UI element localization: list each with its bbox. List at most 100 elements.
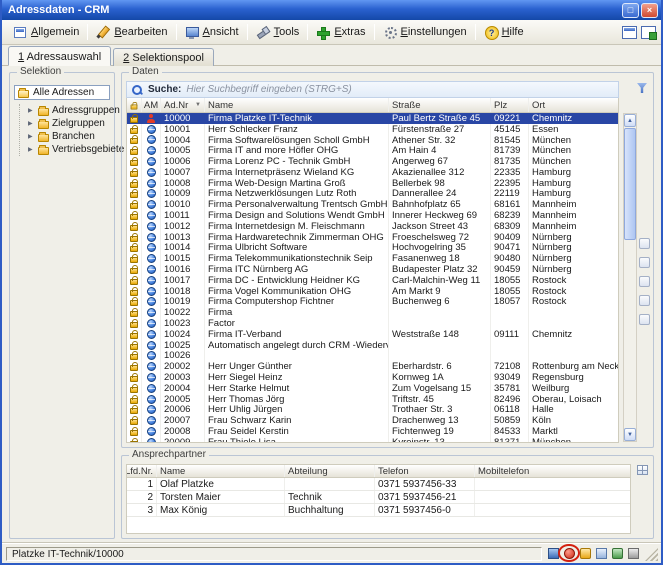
scroll-down-button[interactable]: ▼ <box>624 428 636 441</box>
address-row[interactable]: 10007Firma Internetpräsenz Wieland KGAka… <box>127 167 618 178</box>
window-list-icon[interactable] <box>622 26 637 39</box>
status-database-icon[interactable] <box>612 548 623 559</box>
side-tool-icon-5[interactable] <box>639 314 650 325</box>
cell-am <box>142 178 161 189</box>
address-row[interactable]: 20003Herr Siegel HeinzKornweg 1A93049Reg… <box>127 372 618 383</box>
vertical-scrollbar[interactable]: ▲ ▼ <box>623 113 637 442</box>
cell-ort: Mannheim <box>529 210 618 221</box>
address-table-header: AMAd.Nr▼NameStraßePlzOrt <box>126 98 619 113</box>
column-header-plz[interactable]: Plz <box>491 98 529 112</box>
tree-item-branchen[interactable]: ▶Branchen <box>28 130 110 143</box>
filter-icon[interactable] <box>637 83 647 93</box>
tree-root-alle-adressen[interactable]: Alle Adressen <box>14 85 110 100</box>
column-header-strasse[interactable]: Straße <box>389 98 491 112</box>
address-row[interactable]: 10009Firma Netzwerklösungen Lutz RothDan… <box>127 189 618 200</box>
expander-icon[interactable]: ▶ <box>28 146 35 153</box>
contact-header-telefon[interactable]: Telefon <box>375 465 475 477</box>
address-row[interactable]: 10019Firma Computershop FichtnerBuchenwe… <box>127 297 618 308</box>
cell-lfdnr: 2 <box>127 491 157 503</box>
status-user-icon[interactable] <box>580 548 591 559</box>
window-new-icon[interactable] <box>641 26 656 39</box>
expander-icon[interactable]: ▶ <box>28 120 35 127</box>
ansprechpartner-panel: Ansprechpartner Lfd.Nr.NameAbteilungTele… <box>121 455 654 539</box>
contact-header-lfdnr[interactable]: Lfd.Nr. <box>127 465 157 477</box>
address-row[interactable]: 10018Firma Vogel Kommunikation OHGAm Mar… <box>127 286 618 297</box>
cell-ort: Rostock <box>529 297 618 308</box>
status-connection-icon[interactable] <box>548 548 559 559</box>
contact-row[interactable]: 1Olaf Platzke0371 5937456-33 <box>127 478 630 491</box>
tab-adressauswahl[interactable]: 1 Adressauswahl <box>8 46 111 66</box>
address-row[interactable]: 10006Firma Lorenz PC - Technik GmbHAnger… <box>127 156 618 167</box>
address-row[interactable]: 10014Firma Ulbricht SoftwareHochvogelrin… <box>127 243 618 254</box>
address-row[interactable]: 10013Firma Hardwaretechnik Zimmerman OHG… <box>127 232 618 243</box>
address-row[interactable]: 10015Firma Telekommunikationstechnik Sei… <box>127 253 618 264</box>
address-row[interactable]: 20005Herr Thomas JörgTriftstr. 4582496Ob… <box>127 394 618 405</box>
address-row[interactable]: 20006Herr Uhlig JürgenTrothaer Str. 3061… <box>127 405 618 416</box>
address-row[interactable]: 10005Firma IT and more Höfler OHGAm Hain… <box>127 145 618 156</box>
cell-ort: Nürnberg <box>529 264 618 275</box>
grid-icon[interactable] <box>637 465 648 475</box>
scroll-up-button[interactable]: ▲ <box>624 114 636 127</box>
address-row[interactable]: 10016Firma ITC Nürnberg AGBudapester Pla… <box>127 264 618 275</box>
cell-plz: 18055 <box>491 275 529 286</box>
address-row[interactable]: 10025Automatisch angelegt durch CRM -Wie… <box>127 340 618 351</box>
menu-item-bearbeiten[interactable]: Bearbeiten <box>90 24 173 41</box>
column-header-ort[interactable]: Ort <box>529 98 618 112</box>
address-row[interactable]: 10001Herr Schlecker FranzFürstenstraße 2… <box>127 124 618 135</box>
address-row[interactable]: 10024Firma IT-VerbandWeststraße 14809111… <box>127 329 618 340</box>
address-row[interactable]: 20002Herr Unger GüntherEberhardstr. 6721… <box>127 361 618 372</box>
tree-item-zielgruppen[interactable]: ▶Zielgruppen <box>28 117 110 130</box>
tree-item-adressgruppen[interactable]: ▶Adressgruppen <box>28 104 110 117</box>
contact-row[interactable]: 3Max KönigBuchhaltung0371 5937456-0 <box>127 504 630 517</box>
address-row[interactable]: 10017Firma DC - Entwicklung Heidner KGCa… <box>127 275 618 286</box>
resize-grip[interactable] <box>645 548 658 561</box>
tree-item-vertriebsgebiete[interactable]: ▶Vertriebsgebiete <box>28 143 110 156</box>
expander-icon[interactable]: ▶ <box>28 107 35 114</box>
column-header-adnr[interactable]: Ad.Nr▼ <box>161 98 205 112</box>
menu-items: Allgemein Bearbeiten Ansicht ToolsExtras Ein… <box>7 20 530 44</box>
column-header-name[interactable]: Name <box>205 98 389 112</box>
address-row[interactable]: 10000Firma Platzke IT-TechnikPaul Bertz … <box>127 113 618 124</box>
globe-icon <box>147 135 156 144</box>
tab-selektionspool[interactable]: 2 Selektionspool <box>113 48 214 66</box>
address-row[interactable]: 10022Firma <box>127 307 618 318</box>
address-row[interactable]: 20009Frau Thiele LisaKyreinstr. 1381371M… <box>127 437 618 443</box>
address-row[interactable]: 20007Frau Schwarz KarinDrachenweg 135085… <box>127 415 618 426</box>
address-row[interactable]: 10023Factor <box>127 318 618 329</box>
address-row[interactable]: 10004Firma Softwarelösungen Scholl GmbHA… <box>127 135 618 146</box>
menu-item-ansicht[interactable]: Ansicht <box>179 24 245 41</box>
contact-row[interactable]: 2Torsten MaierTechnik0371 5937456-21 <box>127 491 630 504</box>
search-input[interactable]: Hier Suchbegriff eingeben (STRG+S) <box>186 84 614 95</box>
menu-item-allgemein[interactable]: Allgemein <box>7 24 85 41</box>
side-tool-icon-4[interactable] <box>639 295 650 306</box>
cell-ort: Chemnitz <box>529 113 618 124</box>
address-row[interactable]: 10011Firma Design and Solutions Wendt Gm… <box>127 210 618 221</box>
status-alert-icon[interactable] <box>564 548 575 559</box>
status-printer-icon[interactable] <box>628 548 639 559</box>
restore-button[interactable]: □ <box>622 3 639 18</box>
address-row[interactable]: 10012Firma Internetdesign M. Fleischmann… <box>127 221 618 232</box>
side-tool-icon-2[interactable] <box>639 257 650 268</box>
address-row[interactable]: 20004Herr Starke HelmutZum Vogelsang 153… <box>127 383 618 394</box>
menu-item-extras[interactable]: Extras <box>310 24 371 41</box>
scroll-thumb[interactable] <box>624 128 636 240</box>
address-row[interactable]: 10008Firma Web-Design Martina GroßBeller… <box>127 178 618 189</box>
side-tool-icon-1[interactable] <box>639 238 650 249</box>
contact-header-abteilung[interactable]: Abteilung <box>285 465 375 477</box>
address-row[interactable]: 10026 <box>127 351 618 362</box>
menu-item-tools[interactable]: Tools <box>250 24 306 41</box>
address-row[interactable]: 20008Frau Seidel KerstinFichtenweg 19845… <box>127 426 618 437</box>
menu-item-hilfe[interactable]: Hilfe <box>478 24 530 41</box>
column-header-lock[interactable] <box>127 98 142 112</box>
menu-item-einstellungen[interactable]: Einstellungen <box>377 24 473 41</box>
lock-icon <box>130 149 138 155</box>
contact-header-mobiltelefon[interactable]: Mobiltelefon <box>475 465 630 477</box>
cell-adnr: 10016 <box>161 264 205 275</box>
expander-icon[interactable]: ▶ <box>28 133 35 140</box>
close-button[interactable]: × <box>641 3 658 18</box>
contact-header-name[interactable]: Name <box>157 465 285 477</box>
status-lock-icon[interactable] <box>596 548 607 559</box>
side-tool-icon-3[interactable] <box>639 276 650 287</box>
column-header-am[interactable]: AM <box>142 98 161 112</box>
address-row[interactable]: 10010Firma Personalverwaltung Trentsch G… <box>127 199 618 210</box>
